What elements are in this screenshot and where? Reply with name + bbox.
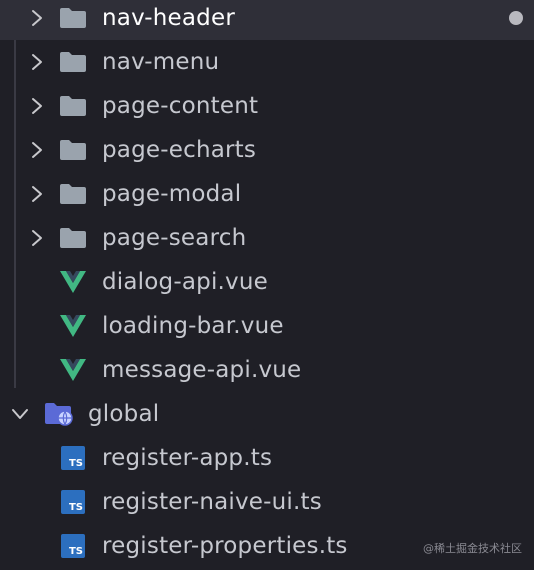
tree-row-register-app-ts[interactable]: TS register-app.ts [0, 436, 534, 480]
file-explorer-tree: nav-header nav-menu page-content page-ec… [0, 0, 534, 570]
typescript-file-icon: TS [58, 533, 88, 559]
vue-file-icon [58, 269, 88, 295]
folder-icon [58, 181, 88, 207]
folder-icon [58, 137, 88, 163]
tree-row-label: page-search [102, 225, 247, 251]
vue-file-icon [58, 313, 88, 339]
chevron-right-icon[interactable] [26, 51, 48, 73]
tree-row-page-echarts[interactable]: page-echarts [0, 128, 534, 172]
tree-row-dialog-api-vue[interactable]: dialog-api.vue [0, 260, 534, 304]
chevron-right-icon[interactable] [26, 95, 48, 117]
tree-row-page-search[interactable]: page-search [0, 216, 534, 260]
tree-row-label: nav-header [102, 5, 235, 31]
chevron-right-icon[interactable] [26, 7, 48, 29]
chevron-down-icon[interactable] [9, 403, 31, 425]
tree-row-label: register-app.ts [102, 445, 273, 471]
tree-row-page-modal[interactable]: page-modal [0, 172, 534, 216]
folder-icon [58, 93, 88, 119]
modified-dot [509, 11, 523, 25]
typescript-file-icon: TS [58, 445, 88, 471]
tree-row-global[interactable]: global [0, 392, 534, 436]
watermark: @稀土掘金技术社区 [423, 542, 522, 555]
typescript-file-icon: TS [58, 489, 88, 515]
vue-file-icon [58, 357, 88, 383]
chevron-right-icon[interactable] [26, 183, 48, 205]
tree-row-message-api-vue[interactable]: message-api.vue [0, 348, 534, 392]
global-folder-icon [44, 401, 74, 427]
tree-row-label: page-content [102, 93, 259, 119]
ts-icon-text: TS [68, 546, 83, 557]
tree-row-label: page-echarts [102, 137, 257, 163]
folder-icon [58, 5, 88, 31]
folder-icon [58, 225, 88, 251]
ts-icon-text: TS [68, 502, 83, 513]
tree-row-loading-bar-vue[interactable]: loading-bar.vue [0, 304, 534, 348]
tree-row-page-content[interactable]: page-content [0, 84, 534, 128]
tree-row-label: nav-menu [102, 49, 220, 75]
tree-row-label: message-api.vue [102, 357, 302, 383]
chevron-right-icon[interactable] [26, 139, 48, 161]
ts-icon-text: TS [68, 458, 83, 469]
tree-row-label: register-properties.ts [102, 533, 348, 559]
tree-row-nav-menu[interactable]: nav-menu [0, 40, 534, 84]
tree-row-label: dialog-api.vue [102, 269, 268, 295]
tree-row-label: register-naive-ui.ts [102, 489, 322, 515]
tree-row-nav-header[interactable]: nav-header [0, 0, 534, 40]
tree-row-label: page-modal [102, 181, 242, 207]
chevron-right-icon[interactable] [26, 227, 48, 249]
folder-icon [58, 49, 88, 75]
tree-row-register-naive-ui-ts[interactable]: TS register-naive-ui.ts [0, 480, 534, 524]
tree-row-label: loading-bar.vue [102, 313, 284, 339]
tree-row-label: global [88, 401, 160, 427]
